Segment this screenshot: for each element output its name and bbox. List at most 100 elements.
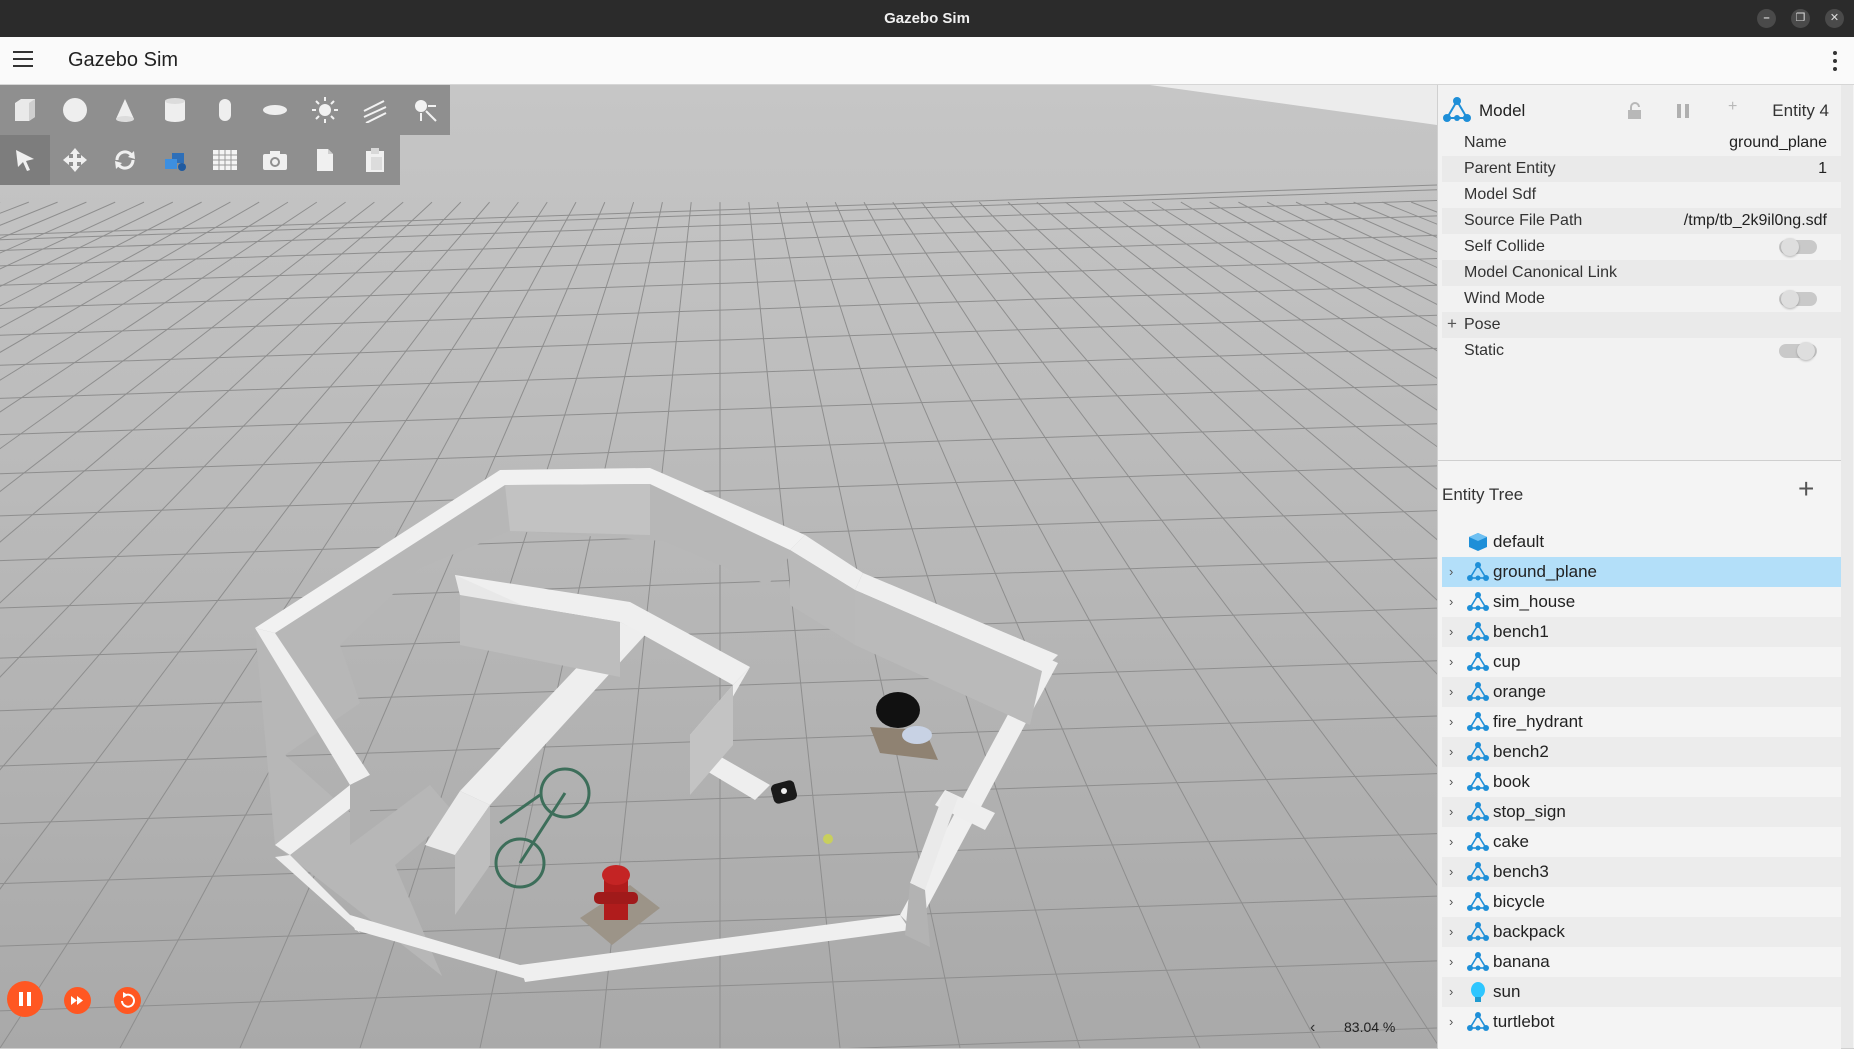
directional-light-icon[interactable] — [300, 85, 350, 135]
pause-icon[interactable] — [7, 981, 43, 1017]
translate-icon[interactable] — [50, 135, 100, 185]
lock-icon[interactable] — [1627, 102, 1643, 120]
entity-tree-item-cup[interactable]: › cup — [1442, 647, 1841, 677]
chevron-right-icon[interactable]: › — [1449, 744, 1453, 759]
entity-tree-item-label: stop_sign — [1493, 802, 1566, 821]
entity-tree-item-bicycle[interactable]: › bicycle — [1442, 887, 1841, 917]
model-icon — [1467, 772, 1489, 791]
select-icon[interactable] — [0, 135, 50, 185]
zoom-level-label: 83.04 % — [1344, 1019, 1396, 1035]
minimize-icon[interactable]: – — [1757, 9, 1776, 28]
component-row-static: Static — [1442, 338, 1841, 364]
entity-tree-item-book[interactable]: › book — [1442, 767, 1841, 797]
component-row-pose[interactable]: + Pose — [1442, 312, 1841, 338]
transform-control-icon[interactable] — [150, 135, 200, 185]
chevron-right-icon[interactable]: › — [1449, 564, 1453, 579]
entity-tree-item-backpack[interactable]: › backpack — [1442, 917, 1841, 947]
entity-tree-item-label: sim_house — [1493, 592, 1576, 611]
component-key: Model Sdf — [1464, 186, 1537, 203]
expand-icon[interactable]: + — [1447, 314, 1457, 334]
chevron-right-icon[interactable]: › — [1449, 984, 1453, 999]
chevron-right-icon[interactable]: › — [1449, 624, 1453, 639]
point-light-icon[interactable] — [400, 85, 450, 135]
entity-tree-item-bench3[interactable]: › bench3 — [1442, 857, 1841, 887]
cone-icon[interactable] — [100, 85, 150, 135]
screenshot-icon[interactable] — [250, 135, 300, 185]
entity-tree-item-stop-sign[interactable]: › stop_sign — [1442, 797, 1841, 827]
static-toggle[interactable] — [1779, 342, 1817, 360]
capsule-icon[interactable] — [200, 85, 250, 135]
component-key: Static — [1464, 342, 1505, 359]
box-icon[interactable] — [0, 85, 50, 135]
chevron-right-icon[interactable]: › — [1449, 714, 1453, 729]
component-value: 1 — [1818, 160, 1827, 177]
shapes-toolbar — [0, 85, 450, 135]
model-icon — [1467, 742, 1489, 761]
chevron-right-icon[interactable]: › — [1449, 774, 1453, 789]
rotate-icon[interactable] — [100, 135, 150, 185]
grid-config-icon[interactable] — [200, 135, 250, 185]
entity-tree-item-label: bench3 — [1493, 862, 1549, 881]
panel-scrollbar[interactable] — [1841, 85, 1853, 1048]
entity-tree-item-bench1[interactable]: › bench1 — [1442, 617, 1841, 647]
spot-light-icon[interactable] — [350, 85, 400, 135]
entity-tree-item-banana[interactable]: › banana — [1442, 947, 1841, 977]
close-icon[interactable]: ✕ — [1825, 9, 1844, 28]
pause-updates-icon[interactable] — [1675, 103, 1691, 119]
entity-tree-item-fire-hydrant[interactable]: › fire_hydrant — [1442, 707, 1841, 737]
chevron-right-icon[interactable]: › — [1449, 924, 1453, 939]
component-value[interactable]: ground_plane — [1729, 134, 1827, 152]
paste-icon[interactable] — [350, 135, 400, 185]
model-icon — [1443, 97, 1471, 122]
fast-forward-icon[interactable] — [64, 987, 91, 1014]
component-row-name: Name ground_plane — [1442, 130, 1841, 156]
model-icon — [1467, 832, 1489, 851]
light-icon — [1471, 982, 1485, 1002]
collapse-chevron[interactable]: ‹ — [1310, 1019, 1315, 1037]
chevron-right-icon[interactable]: › — [1449, 654, 1453, 669]
sphere-icon[interactable] — [50, 85, 100, 135]
entity-tree-item-label: bench2 — [1493, 742, 1549, 761]
component-key: Self Collide — [1464, 238, 1545, 255]
model-icon — [1467, 562, 1489, 581]
orange-model — [823, 834, 833, 844]
chevron-right-icon[interactable]: › — [1449, 684, 1453, 699]
entity-tree-item-label: fire_hydrant — [1493, 712, 1583, 731]
ellipsoid-icon[interactable] — [250, 85, 300, 135]
entity-tree-item-ground-plane[interactable]: › ground_plane — [1442, 557, 1841, 587]
model-icon — [1467, 892, 1489, 911]
chevron-right-icon[interactable]: › — [1449, 954, 1453, 969]
entity-tree-item-bench2[interactable]: › bench2 — [1442, 737, 1841, 767]
add-entity-icon[interactable]: + — [1798, 475, 1814, 503]
component-row-wind-mode: Wind Mode — [1442, 286, 1841, 312]
reset-icon[interactable] — [114, 987, 141, 1014]
3d-scene-viewport[interactable] — [0, 85, 1437, 1048]
cylinder-icon[interactable] — [150, 85, 200, 135]
chevron-right-icon[interactable]: › — [1449, 894, 1453, 909]
entity-tree-item-sim-house[interactable]: › sim_house — [1442, 587, 1841, 617]
model-icon — [1467, 922, 1489, 941]
wind-mode-toggle[interactable] — [1779, 290, 1817, 308]
entity-tree-item-sun[interactable]: › sun — [1442, 977, 1841, 1007]
add-component-icon[interactable]: + — [1728, 98, 1737, 116]
copy-icon[interactable] — [300, 135, 350, 185]
entity-tree-item-label: ground_plane — [1493, 562, 1597, 581]
chevron-right-icon[interactable]: › — [1449, 804, 1453, 819]
entity-tree-panel: Entity Tree + default › ground_plane › sim_h… — [1438, 460, 1841, 1049]
world-icon — [1469, 533, 1487, 551]
entity-id-label: Entity 4 — [1772, 101, 1829, 120]
entity-tree-item-turtlebot[interactable]: › turtlebot — [1442, 1007, 1841, 1037]
restore-icon[interactable]: ❐ — [1791, 9, 1810, 28]
chevron-right-icon[interactable]: › — [1449, 1014, 1453, 1029]
entity-tree-item-cake[interactable]: › cake — [1442, 827, 1841, 857]
hamburger-menu-icon[interactable] — [13, 51, 33, 69]
chevron-right-icon[interactable]: › — [1449, 594, 1453, 609]
entity-tree-item-label: backpack — [1493, 922, 1565, 941]
chevron-right-icon[interactable]: › — [1449, 834, 1453, 849]
kebab-menu-icon[interactable] — [1832, 51, 1838, 71]
entity-tree-item-default[interactable]: default — [1442, 527, 1841, 557]
model-icon — [1467, 682, 1489, 701]
chevron-right-icon[interactable]: › — [1449, 864, 1453, 879]
entity-tree-item-orange[interactable]: › orange — [1442, 677, 1841, 707]
self-collide-toggle[interactable] — [1779, 238, 1817, 256]
